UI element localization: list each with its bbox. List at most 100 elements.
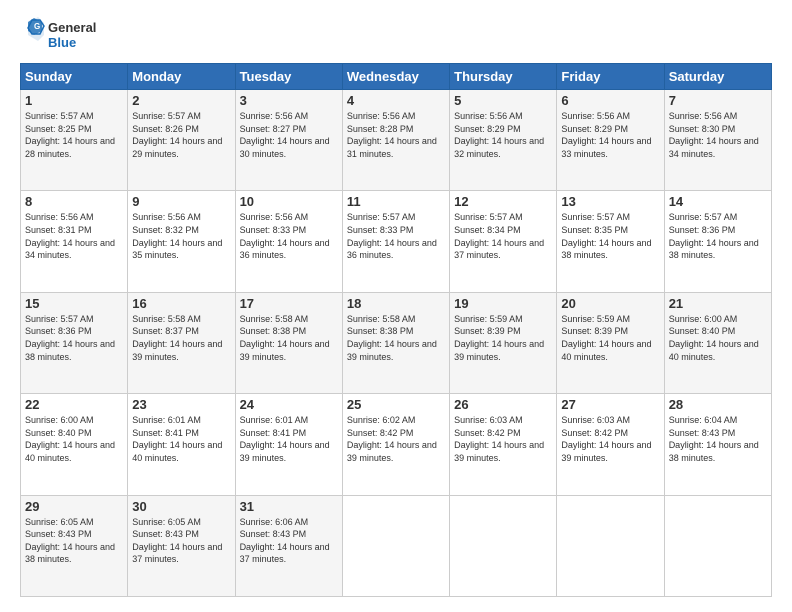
- weekday-header-cell: Friday: [557, 64, 664, 90]
- calendar-day-cell: 8Sunrise: 5:56 AMSunset: 8:31 PMDaylight…: [21, 191, 128, 292]
- calendar-day-cell: 5Sunrise: 5:56 AMSunset: 8:29 PMDaylight…: [450, 90, 557, 191]
- day-number: 4: [347, 93, 445, 108]
- calendar-day-cell: 28 Sunrise: 6:04 AMSunset: 8:43 PMDayligh…: [664, 394, 771, 495]
- calendar-day-cell: 15 Sunrise: 5:57 AMSunset: 8:36 PMDayligh…: [21, 292, 128, 393]
- header: General Blue G: [20, 15, 772, 55]
- calendar-day-cell: 20 Sunrise: 5:59 AMSunset: 8:39 PMDayligh…: [557, 292, 664, 393]
- day-number: 6: [561, 93, 659, 108]
- logo: General Blue G: [20, 15, 110, 55]
- calendar-day-cell: 19 Sunrise: 5:59 AMSunset: 8:39 PMDayligh…: [450, 292, 557, 393]
- calendar-day-cell: 7 Sunrise: 5:56 AMSunset: 8:30 PMDaylight…: [664, 90, 771, 191]
- day-number: 27: [561, 397, 659, 412]
- day-info: Sunrise: 5:56 AMSunset: 8:33 PMDaylight:…: [240, 212, 330, 260]
- day-number: 17: [240, 296, 338, 311]
- day-info: Sunrise: 5:56 AMSunset: 8:30 PMDaylight:…: [669, 111, 759, 159]
- day-info: Sunrise: 6:05 AMSunset: 8:43 PMDaylight:…: [132, 517, 222, 565]
- calendar-day-cell: 25 Sunrise: 6:02 AMSunset: 8:42 PMDayligh…: [342, 394, 449, 495]
- day-info: Sunrise: 5:57 AMSunset: 8:36 PMDaylight:…: [669, 212, 759, 260]
- svg-text:Blue: Blue: [48, 35, 76, 50]
- calendar-week-row: 8Sunrise: 5:56 AMSunset: 8:31 PMDaylight…: [21, 191, 772, 292]
- calendar-day-cell: 17 Sunrise: 5:58 AMSunset: 8:38 PMDayligh…: [235, 292, 342, 393]
- calendar-day-cell: 16 Sunrise: 5:58 AMSunset: 8:37 PMDayligh…: [128, 292, 235, 393]
- day-info: Sunrise: 6:03 AMSunset: 8:42 PMDaylight:…: [454, 415, 544, 463]
- day-info: Sunrise: 6:02 AMSunset: 8:42 PMDaylight:…: [347, 415, 437, 463]
- calendar-body: 1 Sunrise: 5:57 AMSunset: 8:25 PMDaylight…: [21, 90, 772, 597]
- day-number: 26: [454, 397, 552, 412]
- calendar-day-cell: 22Sunrise: 6:00 AMSunset: 8:40 PMDayligh…: [21, 394, 128, 495]
- day-number: 12: [454, 194, 552, 209]
- day-number: 1: [25, 93, 123, 108]
- day-info: Sunrise: 5:57 AMSunset: 8:25 PMDaylight:…: [25, 111, 115, 159]
- day-number: 30: [132, 499, 230, 514]
- day-info: Sunrise: 5:59 AMSunset: 8:39 PMDaylight:…: [454, 314, 544, 362]
- day-number: 25: [347, 397, 445, 412]
- day-number: 31: [240, 499, 338, 514]
- svg-text:G: G: [34, 22, 40, 31]
- day-info: Sunrise: 5:56 AMSunset: 8:31 PMDaylight:…: [25, 212, 115, 260]
- day-info: Sunrise: 5:58 AMSunset: 8:38 PMDaylight:…: [347, 314, 437, 362]
- day-info: Sunrise: 5:56 AMSunset: 8:27 PMDaylight:…: [240, 111, 330, 159]
- day-number: 7: [669, 93, 767, 108]
- calendar-day-cell: 10Sunrise: 5:56 AMSunset: 8:33 PMDayligh…: [235, 191, 342, 292]
- day-number: 14: [669, 194, 767, 209]
- day-number: 5: [454, 93, 552, 108]
- weekday-header-row: SundayMondayTuesdayWednesdayThursdayFrid…: [21, 64, 772, 90]
- calendar-day-cell: 3 Sunrise: 5:56 AMSunset: 8:27 PMDaylight…: [235, 90, 342, 191]
- weekday-header-cell: Tuesday: [235, 64, 342, 90]
- calendar-day-cell: 14 Sunrise: 5:57 AMSunset: 8:36 PMDayligh…: [664, 191, 771, 292]
- day-number: 20: [561, 296, 659, 311]
- calendar-day-cell: 30 Sunrise: 6:05 AMSunset: 8:43 PMDayligh…: [128, 495, 235, 596]
- day-info: Sunrise: 5:58 AMSunset: 8:37 PMDaylight:…: [132, 314, 222, 362]
- day-number: 19: [454, 296, 552, 311]
- day-number: 15: [25, 296, 123, 311]
- calendar-day-cell: 18 Sunrise: 5:58 AMSunset: 8:38 PMDayligh…: [342, 292, 449, 393]
- day-info: Sunrise: 6:03 AMSunset: 8:42 PMDaylight:…: [561, 415, 651, 463]
- day-number: 13: [561, 194, 659, 209]
- calendar-day-cell: [557, 495, 664, 596]
- weekday-header-cell: Thursday: [450, 64, 557, 90]
- day-info: Sunrise: 5:58 AMSunset: 8:38 PMDaylight:…: [240, 314, 330, 362]
- weekday-header-cell: Monday: [128, 64, 235, 90]
- day-number: 2: [132, 93, 230, 108]
- calendar-day-cell: 11 Sunrise: 5:57 AMSunset: 8:33 PMDayligh…: [342, 191, 449, 292]
- calendar-day-cell: 2Sunrise: 5:57 AMSunset: 8:26 PMDaylight…: [128, 90, 235, 191]
- day-info: Sunrise: 6:06 AMSunset: 8:43 PMDaylight:…: [240, 517, 330, 565]
- day-info: Sunrise: 6:01 AMSunset: 8:41 PMDaylight:…: [240, 415, 330, 463]
- day-info: Sunrise: 6:00 AMSunset: 8:40 PMDaylight:…: [25, 415, 115, 463]
- day-info: Sunrise: 5:56 AMSunset: 8:28 PMDaylight:…: [347, 111, 437, 159]
- day-info: Sunrise: 5:57 AMSunset: 8:35 PMDaylight:…: [561, 212, 651, 260]
- day-number: 11: [347, 194, 445, 209]
- svg-text:General: General: [48, 20, 96, 35]
- day-number: 28: [669, 397, 767, 412]
- calendar-day-cell: 26 Sunrise: 6:03 AMSunset: 8:42 PMDayligh…: [450, 394, 557, 495]
- day-info: Sunrise: 5:56 AMSunset: 8:32 PMDaylight:…: [132, 212, 222, 260]
- day-number: 23: [132, 397, 230, 412]
- calendar-day-cell: [664, 495, 771, 596]
- calendar-day-cell: 21Sunrise: 6:00 AMSunset: 8:40 PMDayligh…: [664, 292, 771, 393]
- day-info: Sunrise: 6:01 AMSunset: 8:41 PMDaylight:…: [132, 415, 222, 463]
- calendar-day-cell: 31 Sunrise: 6:06 AMSunset: 8:43 PMDayligh…: [235, 495, 342, 596]
- day-number: 18: [347, 296, 445, 311]
- day-info: Sunrise: 5:57 AMSunset: 8:33 PMDaylight:…: [347, 212, 437, 260]
- weekday-header-cell: Saturday: [664, 64, 771, 90]
- calendar-day-cell: [450, 495, 557, 596]
- calendar-day-cell: 24 Sunrise: 6:01 AMSunset: 8:41 PMDayligh…: [235, 394, 342, 495]
- calendar-day-cell: 1 Sunrise: 5:57 AMSunset: 8:25 PMDaylight…: [21, 90, 128, 191]
- day-number: 24: [240, 397, 338, 412]
- day-number: 21: [669, 296, 767, 311]
- day-info: Sunrise: 5:56 AMSunset: 8:29 PMDaylight:…: [561, 111, 651, 159]
- day-number: 16: [132, 296, 230, 311]
- day-info: Sunrise: 5:57 AMSunset: 8:34 PMDaylight:…: [454, 212, 544, 260]
- weekday-header-cell: Wednesday: [342, 64, 449, 90]
- calendar-day-cell: [342, 495, 449, 596]
- calendar-day-cell: 23 Sunrise: 6:01 AMSunset: 8:41 PMDayligh…: [128, 394, 235, 495]
- day-number: 3: [240, 93, 338, 108]
- calendar-day-cell: 29Sunrise: 6:05 AMSunset: 8:43 PMDayligh…: [21, 495, 128, 596]
- calendar-day-cell: 13 Sunrise: 5:57 AMSunset: 8:35 PMDayligh…: [557, 191, 664, 292]
- calendar-day-cell: 6 Sunrise: 5:56 AMSunset: 8:29 PMDaylight…: [557, 90, 664, 191]
- day-info: Sunrise: 6:04 AMSunset: 8:43 PMDaylight:…: [669, 415, 759, 463]
- calendar-week-row: 15 Sunrise: 5:57 AMSunset: 8:36 PMDayligh…: [21, 292, 772, 393]
- day-info: Sunrise: 5:57 AMSunset: 8:36 PMDaylight:…: [25, 314, 115, 362]
- calendar-week-row: 29Sunrise: 6:05 AMSunset: 8:43 PMDayligh…: [21, 495, 772, 596]
- day-info: Sunrise: 5:59 AMSunset: 8:39 PMDaylight:…: [561, 314, 651, 362]
